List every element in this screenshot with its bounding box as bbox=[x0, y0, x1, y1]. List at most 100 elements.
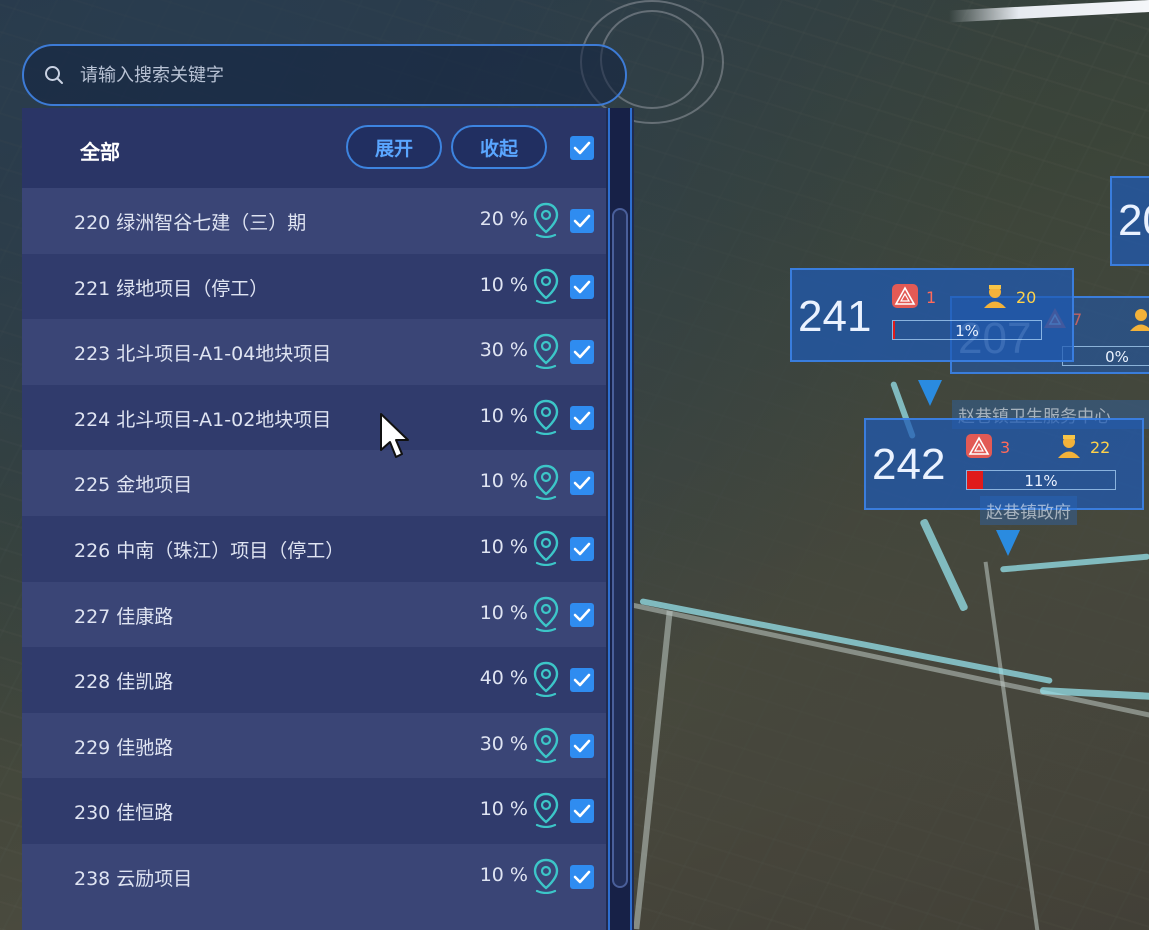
list-item-progress: 10 % bbox=[479, 798, 528, 821]
list-item[interactable]: 223 北斗项目-A1-04地块项目 30 % bbox=[22, 319, 606, 386]
collapse-button[interactable]: 收起 bbox=[451, 125, 547, 169]
location-pin-icon[interactable] bbox=[531, 268, 561, 304]
alarm-count: 3 bbox=[1000, 438, 1011, 457]
list-item-progress: 10 % bbox=[479, 864, 528, 886]
map-marker-20[interactable]: 20 bbox=[1110, 176, 1149, 266]
list-item-checkbox[interactable] bbox=[570, 471, 594, 496]
alarm-icon bbox=[966, 434, 992, 458]
marker-progress-text: 0% bbox=[1105, 348, 1129, 366]
list-item-label: 227 佳康路 bbox=[74, 605, 174, 628]
expand-button[interactable]: 展开 bbox=[346, 125, 442, 169]
list-item[interactable]: 230 佳恒路 10 % bbox=[22, 778, 606, 845]
list-item[interactable]: 226 中南（珠江）项目（停工） 10 % bbox=[22, 516, 606, 582]
list-item-label: 224 北斗项目-A1-02地块项目 bbox=[74, 408, 332, 431]
location-pin-icon[interactable] bbox=[531, 596, 561, 632]
scrollbar-thumb[interactable] bbox=[612, 208, 628, 888]
list-item-progress: 10 % bbox=[479, 404, 528, 427]
marker-id: 20 bbox=[1118, 196, 1149, 245]
map-road bbox=[633, 610, 673, 930]
list-item-progress: 30 % bbox=[479, 339, 528, 362]
list-item-checkbox[interactable] bbox=[570, 668, 594, 693]
check-icon bbox=[573, 608, 591, 621]
map-river bbox=[919, 517, 969, 613]
search-icon bbox=[45, 66, 63, 84]
search-box[interactable] bbox=[22, 44, 627, 106]
scrollbar[interactable] bbox=[608, 108, 632, 930]
person-icon bbox=[1058, 435, 1080, 458]
location-pin-icon[interactable] bbox=[531, 661, 561, 698]
check-icon bbox=[573, 805, 591, 818]
check-icon bbox=[573, 477, 591, 490]
list-item[interactable]: 229 佳驰路 30 % bbox=[22, 712, 606, 779]
list-item[interactable]: 238 云励项目 10 % bbox=[22, 844, 606, 910]
alarm-icon bbox=[892, 284, 918, 308]
list-item-progress: 10 % bbox=[479, 470, 528, 493]
list-item-label: 225 金地项目 bbox=[74, 474, 193, 497]
list-item[interactable]: 227 佳康路 10 % bbox=[22, 581, 606, 648]
select-all-checkbox[interactable] bbox=[570, 136, 594, 160]
list-item-progress: 10 % bbox=[479, 601, 528, 624]
list-item-checkbox[interactable] bbox=[570, 274, 594, 299]
search-input[interactable] bbox=[78, 54, 625, 96]
marker-id: 242 bbox=[872, 440, 946, 489]
map-label-town-government: 赵巷镇政府 bbox=[980, 496, 1077, 525]
list-header: 全部 展开 收起 bbox=[22, 108, 606, 188]
list-item-partial[interactable] bbox=[22, 909, 606, 930]
mouse-cursor-icon bbox=[380, 413, 409, 458]
list-item-label: 221 绿地项目（停工） bbox=[74, 277, 269, 300]
list-item[interactable]: 221 绿地项目（停工） 10 % bbox=[22, 253, 606, 320]
screen: 20 207 7 0% 241 bbox=[0, 0, 1149, 930]
person-icon bbox=[1130, 309, 1149, 331]
check-icon bbox=[573, 280, 591, 293]
location-pin-icon[interactable] bbox=[531, 333, 561, 370]
list-item-label: 228 佳凯路 bbox=[74, 671, 174, 694]
list-item[interactable]: 228 佳凯路 40 % bbox=[22, 647, 606, 714]
location-pin-icon[interactable] bbox=[531, 530, 561, 567]
list-item-checkbox[interactable] bbox=[570, 340, 594, 365]
person-icon bbox=[984, 285, 1006, 308]
location-pin-icon[interactable] bbox=[531, 202, 561, 239]
list-item[interactable]: 224 北斗项目-A1-02地块项目 10 % bbox=[22, 384, 606, 451]
check-icon bbox=[573, 870, 591, 884]
person-count: 20 bbox=[1016, 288, 1037, 307]
marker-progress-bar: 1% bbox=[892, 320, 1042, 340]
location-pin-icon[interactable] bbox=[531, 792, 561, 829]
list-item-label: 226 中南（珠江）项目（停工） bbox=[74, 540, 345, 562]
list-item-progress: 20 % bbox=[479, 208, 528, 230]
list-item-progress: 40 % bbox=[479, 667, 528, 690]
marker-pointer bbox=[918, 380, 942, 406]
list-item-checkbox[interactable] bbox=[570, 405, 594, 430]
list-item[interactable]: 225 金地项目 10 % bbox=[22, 450, 606, 517]
marker-id: 241 bbox=[798, 292, 872, 341]
list-item-checkbox[interactable] bbox=[570, 799, 594, 824]
person-count: 22 bbox=[1090, 438, 1111, 457]
check-icon bbox=[573, 673, 591, 687]
list-item-label: 230 佳恒路 bbox=[74, 802, 174, 825]
marker-progress-bar: 11% bbox=[966, 470, 1116, 490]
location-pin-icon[interactable] bbox=[531, 858, 561, 895]
alarm-count: 1 bbox=[926, 288, 937, 307]
list-item-label: 220 绿洲智谷七建（三）期 bbox=[74, 212, 307, 234]
project-list-panel: 全部 展开 收起 220 绿洲智谷七建（三）期 20 % 221 绿地项目（停工） 1… bbox=[22, 108, 634, 930]
list-item-checkbox[interactable] bbox=[570, 733, 594, 758]
list-item-checkbox[interactable] bbox=[570, 209, 594, 233]
list-item-checkbox[interactable] bbox=[570, 602, 594, 627]
map-river bbox=[1000, 553, 1149, 573]
check-icon bbox=[573, 542, 591, 556]
list-item-checkbox[interactable] bbox=[570, 865, 594, 889]
marker-progress-text: 11% bbox=[1024, 472, 1058, 490]
list-item-label: 223 北斗项目-A1-04地块项目 bbox=[74, 343, 332, 366]
location-pin-icon[interactable] bbox=[531, 727, 561, 763]
list-item-label: 238 云励项目 bbox=[74, 868, 193, 890]
list-item-checkbox[interactable] bbox=[570, 537, 594, 561]
list-item-progress: 10 % bbox=[479, 273, 528, 296]
marker-progress-bar: 0% bbox=[1062, 346, 1149, 366]
location-pin-icon[interactable] bbox=[531, 464, 561, 501]
list-item-label: 229 佳驰路 bbox=[74, 736, 174, 759]
check-icon bbox=[573, 214, 591, 228]
list-item[interactable]: 220 绿洲智谷七建（三）期 20 % bbox=[22, 188, 606, 254]
map-river bbox=[1039, 686, 1149, 701]
map-marker-241[interactable]: 241 1 20 1% bbox=[790, 268, 1074, 362]
marker-progress-text: 1% bbox=[955, 322, 979, 340]
location-pin-icon[interactable] bbox=[531, 399, 561, 435]
